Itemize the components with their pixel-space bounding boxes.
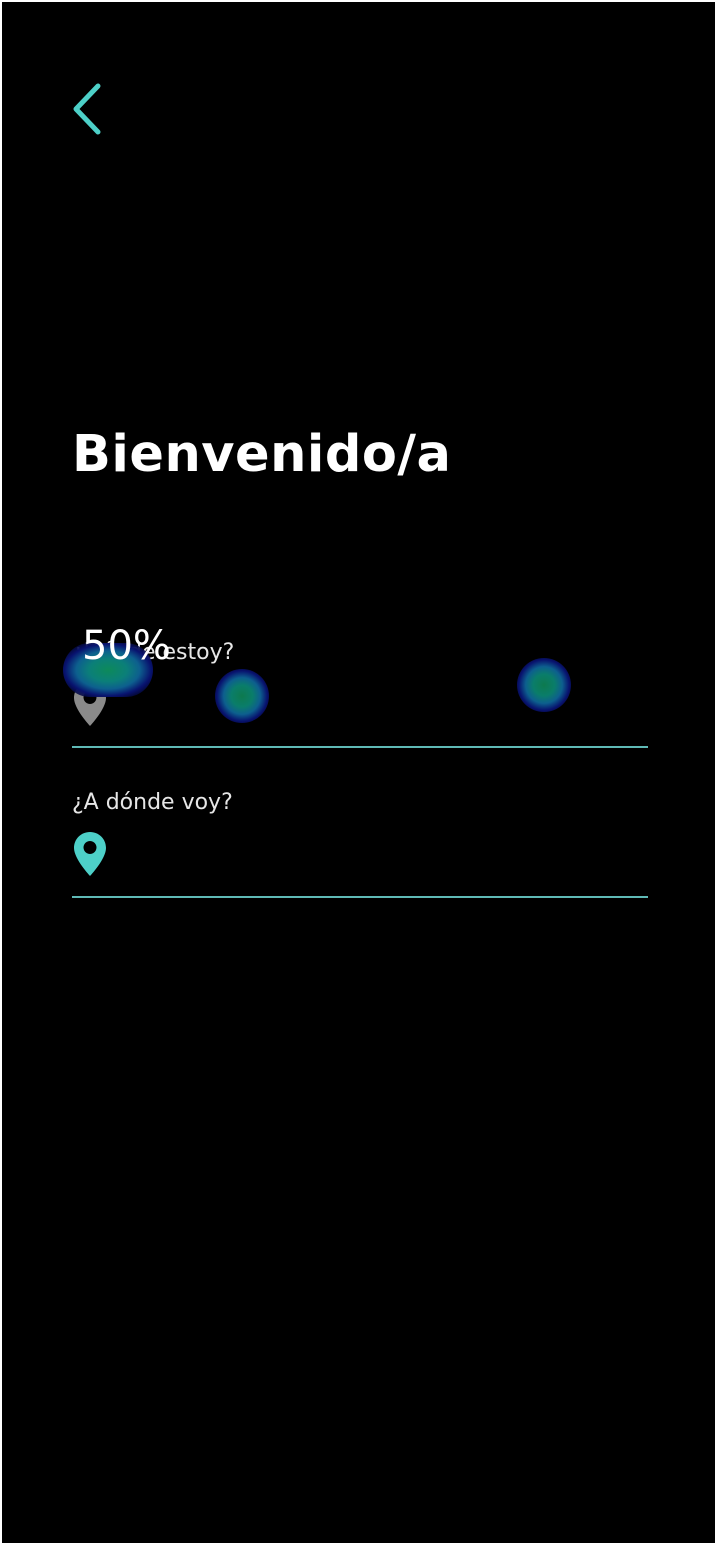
chevron-left-icon [73,83,101,135]
destination-field[interactable]: ¿A dónde voy? [72,786,648,898]
origin-field[interactable]: ¿Dónde estoy? [72,636,648,748]
back-button[interactable] [60,78,114,140]
destination-field-label: ¿A dónde voy? [72,790,233,815]
app-screen: Bienvenido/a ¿Dónde estoy? ¿A dónde voy?… [2,2,715,1543]
destination-input[interactable] [122,834,642,878]
map-pin-icon [74,682,106,726]
origin-field-label: ¿Dónde estoy? [72,640,235,665]
map-pin-icon [74,832,106,876]
page-title: Bienvenido/a [72,425,452,484]
origin-input[interactable] [122,684,642,728]
